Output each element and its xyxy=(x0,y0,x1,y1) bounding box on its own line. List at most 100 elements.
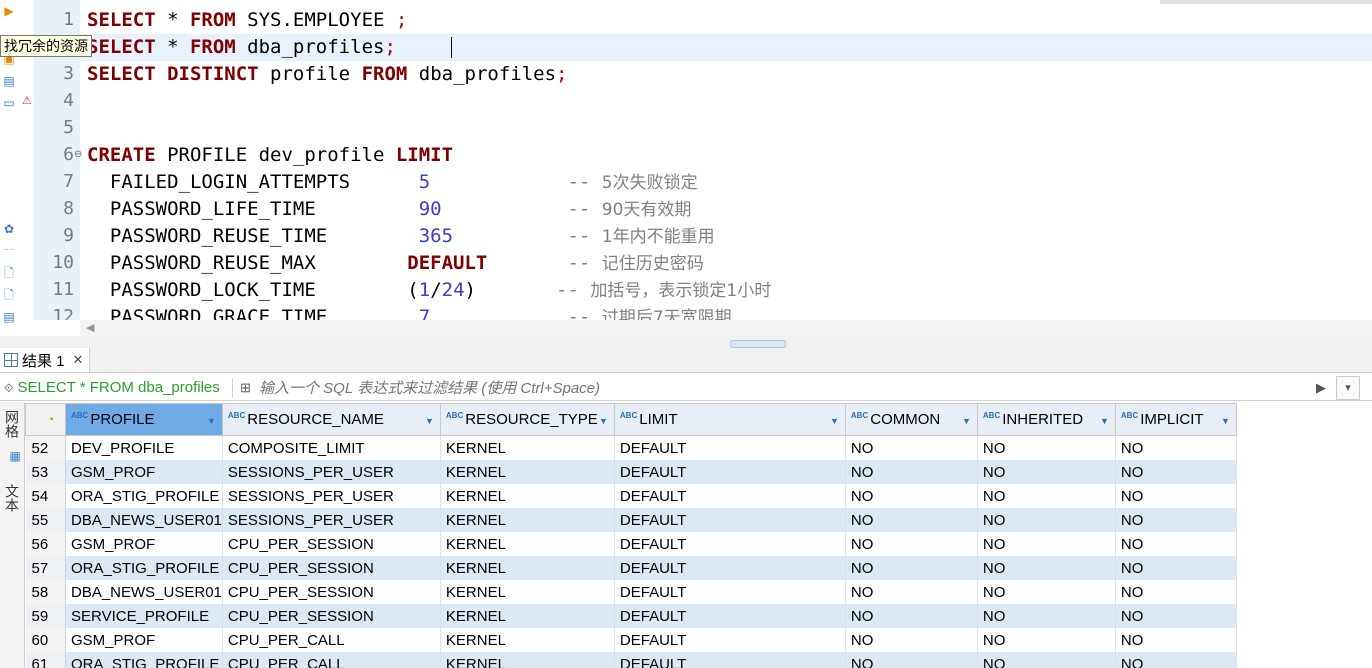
tab-grid-view[interactable]: 网格 xyxy=(2,410,22,438)
table-cell[interactable]: GSM_PROF xyxy=(65,532,223,556)
table-cell[interactable]: KERNEL xyxy=(440,652,615,668)
table-cell[interactable]: KERNEL xyxy=(440,604,615,628)
row-number[interactable]: 58 xyxy=(25,580,66,604)
filter-input[interactable] xyxy=(232,378,1339,398)
code-line[interactable]: PASSWORD_GRACE_TIME 7 -- 过期后7天宽限期 xyxy=(87,304,732,320)
table-cell[interactable]: NO xyxy=(977,532,1116,556)
more-icon[interactable]: .... xyxy=(2,240,16,254)
table-cell[interactable]: GSM_PROF xyxy=(65,628,223,652)
table-cell[interactable]: CPU_PER_SESSION xyxy=(222,580,441,604)
apply-filter-icon[interactable]: ▶ xyxy=(1316,380,1326,396)
table-row[interactable]: 55 DBA_NEWS_USER01 SESSIONS_PER_USER KERNEL… xyxy=(25,508,1242,532)
table-cell[interactable]: DBA_NEWS_USER01 xyxy=(65,580,223,604)
table-cell[interactable]: CPU_PER_SESSION xyxy=(222,532,441,556)
table-cell[interactable]: DEFAULT xyxy=(614,484,846,508)
table-cell[interactable]: DEFAULT xyxy=(614,580,846,604)
table-cell[interactable]: CPU_PER_SESSION xyxy=(222,604,441,628)
table-row[interactable]: 59 SERVICE_PROFILE CPU_PER_SESSION KERNEL DE… xyxy=(25,604,1242,628)
table-cell[interactable]: DBA_NEWS_USER01 xyxy=(65,508,223,532)
code-line[interactable]: PASSWORD_LIFE_TIME 90 -- 90天有效期 xyxy=(87,196,692,223)
fold-toggle-icon[interactable]: ⊖ xyxy=(74,149,82,160)
table-cell[interactable]: NO xyxy=(1115,628,1237,652)
table-row[interactable]: 54 ORA_STIG_PROFILE SESSIONS_PER_USER KERNE… xyxy=(25,484,1242,508)
table-cell[interactable]: NO xyxy=(1115,580,1237,604)
table-cell[interactable]: NO xyxy=(1115,460,1237,484)
table-cell[interactable]: NO xyxy=(1115,435,1237,460)
table-cell[interactable]: KERNEL xyxy=(440,435,615,460)
table-cell[interactable]: NO xyxy=(1115,652,1237,668)
tab-results-1[interactable]: 结果 1 ✕ xyxy=(0,348,91,372)
table-cell[interactable]: KERNEL xyxy=(440,508,615,532)
new-script-icon[interactable]: 🗋 xyxy=(2,266,16,280)
table-cell[interactable]: NO xyxy=(845,484,978,508)
results-grid[interactable]: ▪ ABC PROFILE ▼ ABC RESOURCE_NAME ▼ ABC RESOURCE… xyxy=(25,403,1372,668)
table-cell[interactable]: DEFAULT xyxy=(614,556,846,580)
sort-icon[interactable]: ▼ xyxy=(962,416,971,426)
table-row[interactable]: 56 GSM_PROF CPU_PER_SESSION KERNEL DEFAULT NO… xyxy=(25,532,1242,556)
execute-statement-icon[interactable]: ▶ xyxy=(2,4,16,18)
format-icon[interactable]: ▤ xyxy=(2,310,16,324)
column-header-limit[interactable]: ABC LIMIT ▼ xyxy=(613,403,846,436)
row-number[interactable]: 52 xyxy=(25,435,66,460)
code-line[interactable]: SELECT * FROM dba_profiles; xyxy=(87,34,396,61)
table-cell[interactable]: SESSIONS_PER_USER xyxy=(222,460,441,484)
editor-top-scrollbar[interactable] xyxy=(1160,0,1372,4)
table-cell[interactable]: NO xyxy=(977,604,1116,628)
code-line[interactable]: CREATE PROFILE dev_profile LIMIT xyxy=(87,142,453,169)
table-cell[interactable]: DEFAULT xyxy=(614,532,846,556)
explain-plan-icon[interactable]: ▤ xyxy=(2,74,16,88)
table-cell[interactable]: DEFAULT xyxy=(614,604,846,628)
table-cell[interactable]: NO xyxy=(845,556,978,580)
code-line[interactable]: SELECT DISTINCT profile FROM dba_profile… xyxy=(87,61,568,88)
row-number[interactable]: 57 xyxy=(25,556,66,580)
column-header-profile[interactable]: ABC PROFILE ▼ xyxy=(65,403,223,436)
table-cell[interactable]: KERNEL xyxy=(440,628,615,652)
table-cell[interactable]: NO xyxy=(977,508,1116,532)
table-cell[interactable]: NO xyxy=(845,532,978,556)
filter-history-dropdown[interactable]: ▾ xyxy=(1336,376,1360,400)
row-number[interactable]: 53 xyxy=(25,460,66,484)
table-cell[interactable]: NO xyxy=(1115,508,1237,532)
table-row[interactable]: 53 GSM_PROF SESSIONS_PER_USER KERNEL DEFAULT… xyxy=(25,460,1242,484)
tab-text-view[interactable]: 文本 xyxy=(2,484,22,512)
table-cell[interactable]: NO xyxy=(845,580,978,604)
result-query-label[interactable]: ⟐ SELECT * FROM dba_profiles xyxy=(4,376,220,400)
table-cell[interactable]: NO xyxy=(1115,604,1237,628)
table-cell[interactable]: NO xyxy=(1115,484,1237,508)
row-number[interactable]: 59 xyxy=(25,604,66,628)
table-cell[interactable]: NO xyxy=(1115,532,1237,556)
sort-icon[interactable]: ▼ xyxy=(599,416,608,426)
table-cell[interactable]: ORA_STIG_PROFILE xyxy=(65,556,223,580)
table-cell[interactable]: NO xyxy=(845,460,978,484)
table-cell[interactable]: NO xyxy=(977,580,1116,604)
table-cell[interactable]: ORA_STIG_PROFILE xyxy=(65,484,223,508)
table-cell[interactable]: NO xyxy=(1115,556,1237,580)
column-header-implicit[interactable]: ABC IMPLICIT ▼ xyxy=(1114,403,1237,436)
row-number[interactable]: 54 xyxy=(25,484,66,508)
column-header-inherited[interactable]: ABC INHERITED ▼ xyxy=(976,403,1116,436)
table-cell[interactable]: NO xyxy=(845,435,978,460)
table-cell[interactable]: KERNEL xyxy=(440,484,615,508)
table-cell[interactable]: CPU_PER_CALL xyxy=(222,652,441,668)
column-header-resource-type[interactable]: ABC RESOURCE_TYPE ▼ xyxy=(439,403,615,436)
table-cell[interactable]: ORA_STIG_PROFILE xyxy=(65,652,223,668)
table-cell[interactable]: DEFAULT xyxy=(614,652,846,668)
export-icon[interactable]: 🗋 xyxy=(2,288,16,302)
table-cell[interactable]: NO xyxy=(977,556,1116,580)
sort-icon[interactable]: ▼ xyxy=(1100,416,1109,426)
code-line[interactable]: SELECT * FROM SYS.EMPLOYEE ; xyxy=(87,7,407,34)
table-cell[interactable]: KERNEL xyxy=(440,580,615,604)
table-cell[interactable]: NO xyxy=(845,508,978,532)
table-row[interactable]: 52 DEV_PROFILE COMPOSITE_LIMIT KERNEL DEFAUL… xyxy=(25,435,1242,460)
code-line[interactable]: FAILED_LOGIN_ATTEMPTS 5 -- 5次失败锁定 xyxy=(87,169,698,196)
sort-icon[interactable]: ▼ xyxy=(830,416,839,426)
table-cell[interactable]: COMPOSITE_LIMIT xyxy=(222,435,441,460)
table-cell[interactable]: CPU_PER_CALL xyxy=(222,628,441,652)
table-cell[interactable]: DEFAULT xyxy=(614,460,846,484)
column-header-common[interactable]: ABC COMMON ▼ xyxy=(844,403,978,436)
editor-horizontal-scrollbar[interactable] xyxy=(80,320,1372,336)
table-cell[interactable]: CPU_PER_SESSION xyxy=(222,556,441,580)
scroll-left-icon[interactable]: ◀ xyxy=(86,321,94,334)
table-cell[interactable]: NO xyxy=(977,435,1116,460)
table-row[interactable]: 60 GSM_PROF CPU_PER_CALL KERNEL DEFAULT NO NO N… xyxy=(25,628,1242,652)
